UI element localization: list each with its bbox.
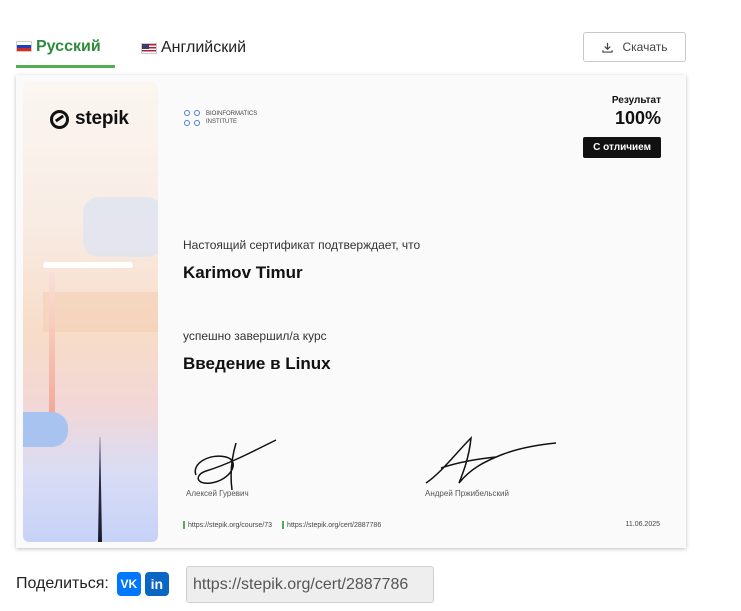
download-button[interactable]: Скачать bbox=[583, 32, 686, 62]
bioinformatics-logo-icon bbox=[184, 110, 200, 126]
linkedin-share-button[interactable]: in bbox=[144, 572, 169, 596]
tab-english[interactable]: Английский bbox=[141, 28, 246, 68]
stepik-logo-text: stepik bbox=[75, 108, 129, 129]
download-label: Скачать bbox=[622, 40, 668, 54]
decor-shape bbox=[43, 292, 158, 332]
signature-1 bbox=[194, 439, 277, 490]
stepik-logo: stepik bbox=[50, 108, 129, 130]
recipient-name: Karimov Timur bbox=[183, 263, 303, 282]
confirm-text: Настоящий сертификат подтверждает, что bbox=[183, 238, 421, 252]
vk-share-button[interactable]: VK bbox=[116, 572, 141, 596]
stepik-logo-icon bbox=[50, 109, 69, 129]
decor-shape bbox=[83, 197, 158, 257]
vk-icon: VK bbox=[120, 577, 138, 591]
cert-link: https://stepik.org/cert/2887786 bbox=[282, 521, 381, 529]
partner-line1: BIOINFORMATICS bbox=[206, 111, 258, 117]
tab-english-label: Английский bbox=[161, 39, 247, 56]
signature-2 bbox=[425, 435, 557, 484]
tab-russian-label: Русский bbox=[36, 37, 101, 55]
result-label: Результат bbox=[611, 95, 661, 106]
distinction-badge: С отличием bbox=[583, 137, 661, 158]
tab-russian[interactable]: Русский bbox=[16, 28, 115, 68]
signer-1-name: Алексей Гуревич bbox=[186, 489, 249, 498]
result-block: Результат 100% С отличием bbox=[583, 95, 661, 158]
linkedin-icon: in bbox=[150, 576, 164, 592]
decor-shape bbox=[49, 272, 55, 432]
signer-2-name: Андрей Пржибельский bbox=[425, 489, 509, 498]
us-flag-icon bbox=[141, 42, 157, 54]
ru-flag-icon bbox=[16, 41, 32, 52]
result-value: 100% bbox=[614, 108, 661, 128]
share-row: Поделиться: VK in bbox=[16, 565, 169, 603]
decor-shape bbox=[43, 262, 133, 268]
certificate-links: https://stepik.org/course/73 https://ste… bbox=[183, 521, 381, 529]
course-link: https://stepik.org/course/73 bbox=[183, 521, 272, 529]
partner-line2: INSTITUTE bbox=[206, 119, 237, 125]
decor-needle bbox=[98, 437, 102, 542]
course-title: Введение в Linux bbox=[183, 354, 331, 373]
decor-shape bbox=[23, 412, 68, 447]
share-label: Поделиться: bbox=[16, 575, 109, 592]
bioinformatics-institute-logo: BIOINFORMATICS INSTITUTE bbox=[184, 110, 257, 126]
download-icon bbox=[601, 42, 613, 53]
certificate-date: 11.06.2025 bbox=[625, 521, 660, 528]
certificate: stepik BIOINFORMATICS INSTITUTE Результа… bbox=[16, 75, 686, 548]
certificate-side-artwork: stepik bbox=[23, 82, 158, 542]
completed-text: успешно завершил/а курс bbox=[183, 329, 327, 343]
share-url-input[interactable] bbox=[186, 566, 434, 603]
